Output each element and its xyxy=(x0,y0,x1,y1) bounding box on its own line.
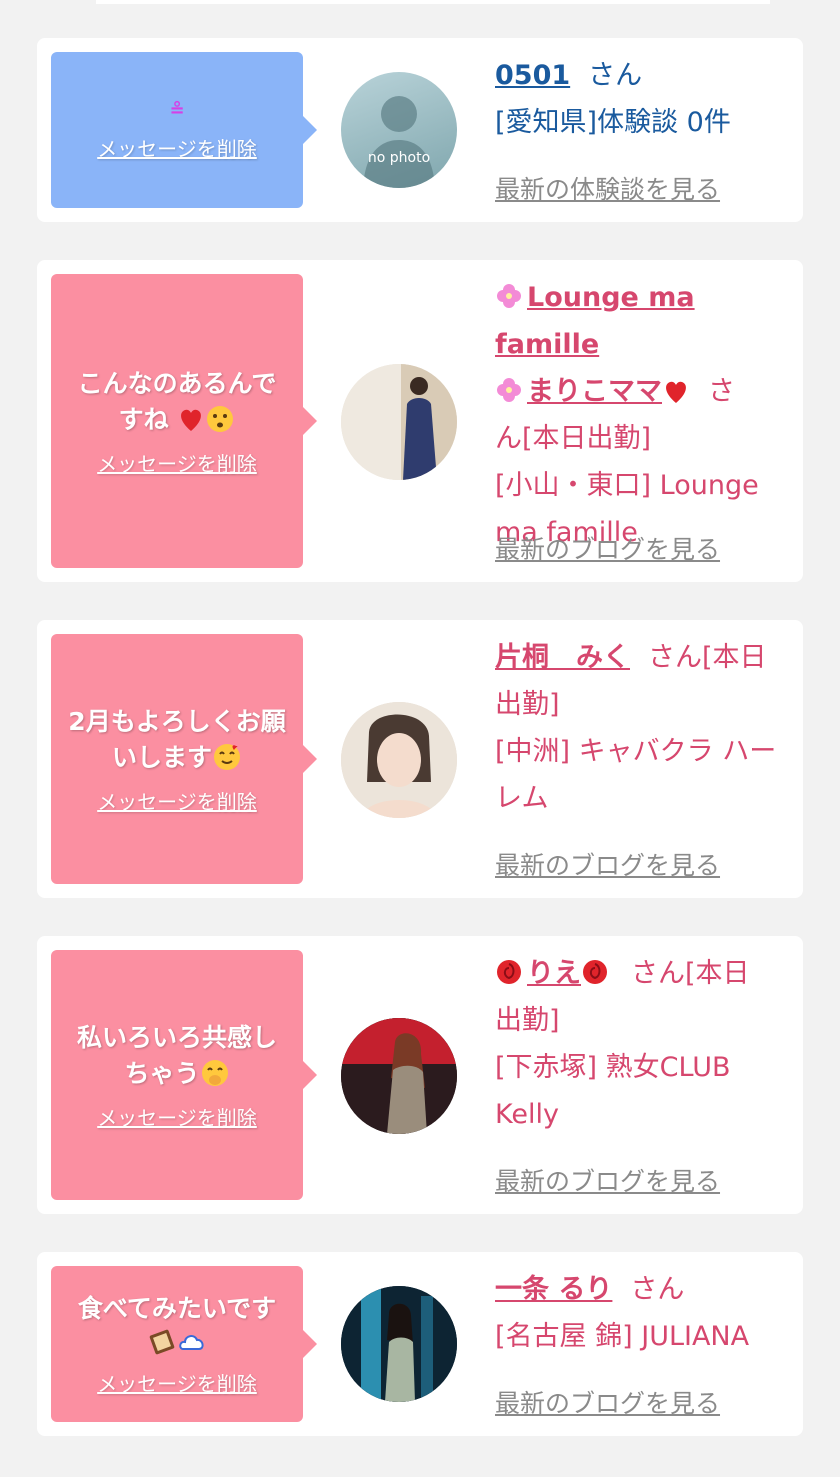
message-bubble: 私いろいろ共感し ちゃう メッセージを削除 xyxy=(51,950,317,1200)
message-line: いします xyxy=(68,740,285,776)
message-text: 2月もよろしくお願 いします xyxy=(68,704,285,776)
honorific: さん[本日 xyxy=(631,958,750,989)
message-line: すね xyxy=(78,402,277,438)
honorific: さん[本日 xyxy=(648,642,767,673)
user-name-link[interactable]: 0501 xyxy=(495,60,570,91)
latest-link[interactable]: 最新のブログを見る xyxy=(495,1384,720,1420)
notification-card: こんなのあるんで すね メッセージを削除 Lounge ma famille ま… xyxy=(37,260,803,582)
notification-card: 2月もよろしくお願 いします メッセージを削除 片桐 みく さん[本日 出勤] [… xyxy=(37,620,803,898)
avatar[interactable] xyxy=(341,364,457,480)
notification-card: 私いろいろ共感し ちゃう メッセージを削除 りえ さん[本日 出勤] [下赤塚] … xyxy=(37,936,803,1214)
detail-line: [小山・東口] Lounge xyxy=(495,470,759,501)
detail-line: レム xyxy=(495,783,549,814)
honorific: さ xyxy=(708,376,735,407)
avatar[interactable]: no photo xyxy=(341,72,457,188)
user-info: 0501 さん [愛知県]体験談 0件 xyxy=(495,52,791,146)
delete-message-link[interactable]: メッセージを削除 xyxy=(97,1102,257,1131)
detail-line: [下赤塚] 熟女CLUB xyxy=(495,1052,731,1083)
chocolate-icon xyxy=(149,1329,175,1355)
message-line: 2月もよろしくお願 xyxy=(68,706,286,736)
message-line-text: いします xyxy=(111,742,212,772)
message-line: 食べてみたいです xyxy=(77,1294,277,1323)
message-bubble: 2月もよろしくお願 いします メッセージを削除 xyxy=(51,634,317,884)
detail-line: Kelly xyxy=(495,1099,559,1130)
heart-icon xyxy=(666,381,686,403)
message-line-text: ちゃう xyxy=(124,1058,200,1088)
rose-icon xyxy=(497,960,521,984)
heart-icon xyxy=(181,409,202,431)
flower-icon xyxy=(497,378,521,402)
message-line-text: すね xyxy=(118,404,169,434)
message-line: こんなのあるんで xyxy=(77,368,277,398)
emoji-icon xyxy=(201,1059,228,1086)
message-text: ≗ xyxy=(169,99,185,121)
previous-card-edge xyxy=(96,0,770,4)
detail-line: 出勤] xyxy=(495,689,560,720)
avatar-photo xyxy=(341,1018,457,1134)
emoji-icon xyxy=(214,743,240,770)
detail-line: ん[本日出勤] xyxy=(495,423,652,454)
latest-link[interactable]: 最新のブログを見る xyxy=(495,1162,720,1198)
honorific: さん xyxy=(588,60,643,91)
emoji-icon xyxy=(207,405,234,432)
avatar[interactable] xyxy=(341,1286,457,1402)
user-info: りえ さん[本日 出勤] [下赤塚] 熟女CLUB Kelly xyxy=(495,950,791,1138)
message-line xyxy=(78,1327,276,1358)
avatar[interactable] xyxy=(341,702,457,818)
message-bubble: こんなのあるんで すね メッセージを削除 xyxy=(51,274,317,568)
flower-icon xyxy=(497,284,521,308)
no-photo-silhouette xyxy=(363,96,435,188)
avatar-photo xyxy=(341,1286,457,1402)
user-name-link[interactable]: りえ xyxy=(527,958,581,989)
user-name-link-2[interactable]: まりこママ xyxy=(527,376,662,407)
avatar-photo xyxy=(341,702,457,818)
message-text: こんなのあるんで すね xyxy=(78,366,277,438)
message-line: 私いろいろ共感し xyxy=(76,1022,277,1052)
message-text: 食べてみたいです xyxy=(78,1291,276,1358)
notification-card: 食べてみたいです メッセージを削除 一条 るり さん [名古屋 錦] JULIAN… xyxy=(37,1252,803,1436)
honorific: さん xyxy=(630,1274,685,1305)
delete-message-link[interactable]: メッセージを削除 xyxy=(97,448,257,477)
user-info: Lounge ma famille まりこママ さ ん[本日出勤] [小山・東口]… xyxy=(495,274,791,556)
delete-message-link[interactable]: メッセージを削除 xyxy=(97,1368,257,1397)
user-name-link[interactable]: 一条 るり xyxy=(495,1274,612,1305)
message-bubble: 食べてみたいです メッセージを削除 xyxy=(51,1266,317,1422)
latest-link[interactable]: 最新の体験談を見る xyxy=(495,170,720,206)
delete-message-link[interactable]: メッセージを削除 xyxy=(97,786,257,815)
rose-icon xyxy=(583,960,607,984)
user-info: 一条 るり さん [名古屋 錦] JULIANA xyxy=(495,1266,791,1360)
message-line: ちゃう xyxy=(77,1056,277,1092)
user-info: 片桐 みく さん[本日 出勤] [中洲] キャバクラ ハー レム xyxy=(495,634,791,822)
detail-line: [中洲] キャバクラ ハー xyxy=(495,736,777,767)
no-photo-label: no photo xyxy=(367,150,431,166)
avatar-photo xyxy=(341,364,457,480)
avatar[interactable] xyxy=(341,1018,457,1134)
delete-message-link[interactable]: メッセージを削除 xyxy=(97,133,257,162)
message-bubble: ≗ メッセージを削除 xyxy=(51,52,317,208)
detail-line: 出勤] xyxy=(495,1005,560,1036)
user-name-link[interactable]: Lounge ma famille xyxy=(495,282,695,360)
message-text: 私いろいろ共感し ちゃう xyxy=(77,1020,277,1092)
cloud-icon xyxy=(179,1335,204,1350)
latest-link[interactable]: 最新のブログを見る xyxy=(495,530,720,566)
latest-link[interactable]: 最新のブログを見る xyxy=(495,846,720,882)
detail-line: [愛知県]体験談 0件 xyxy=(495,107,731,138)
user-name-link[interactable]: 片桐 みく xyxy=(495,642,630,673)
notification-card: ≗ メッセージを削除 no photo 0501 さん [愛知県]体験談 0件 最… xyxy=(37,38,803,222)
detail-line: [名古屋 錦] JULIANA xyxy=(495,1321,750,1352)
